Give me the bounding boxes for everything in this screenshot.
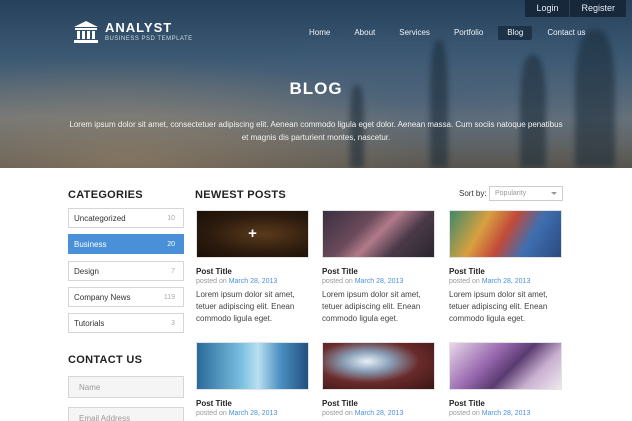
plus-icon[interactable]: + xyxy=(248,225,257,242)
post-card[interactable]: + Post Title posted on March 28, 2013 Lo… xyxy=(196,210,311,325)
post-thumbnail[interactable] xyxy=(449,210,562,258)
login-link[interactable]: Login xyxy=(525,0,569,17)
category-count: 119 xyxy=(163,293,175,301)
post-title[interactable]: Post Title xyxy=(449,399,564,408)
post-thumbnail[interactable] xyxy=(196,342,309,390)
category-label: Tutorials xyxy=(74,318,105,328)
post-title[interactable]: Post Title xyxy=(196,399,311,408)
post-date[interactable]: March 28, 2013 xyxy=(355,278,404,285)
bank-building-icon xyxy=(74,21,98,43)
category-count: 7 xyxy=(171,267,175,275)
categories-heading: CATEGORIES xyxy=(68,189,143,201)
nav-home[interactable]: Home xyxy=(300,26,339,40)
category-label: Company News xyxy=(74,292,131,302)
post-meta: posted on March 28, 2013 xyxy=(196,278,278,285)
category-label: Business xyxy=(74,239,107,249)
post-title[interactable]: Post Title xyxy=(449,267,564,276)
logo-subtitle: BUSINESS PSD TEMPLATE xyxy=(105,35,193,42)
category-uncategorized[interactable]: Uncategorized 10 xyxy=(68,208,184,228)
main-nav: Home About Services Portfolio Blog Conta… xyxy=(300,26,601,40)
page-title: BLOG xyxy=(289,79,343,98)
post-meta: posted on March 28, 2013 xyxy=(449,410,531,417)
name-input[interactable] xyxy=(68,376,184,398)
chevron-down-icon xyxy=(551,192,557,195)
email-input[interactable] xyxy=(68,407,184,421)
post-card[interactable]: Post Title posted on March 28, 2013 xyxy=(449,342,564,417)
post-title[interactable]: Post Title xyxy=(322,267,437,276)
contact-heading: CONTACT US xyxy=(68,354,143,366)
post-meta: posted on March 28, 2013 xyxy=(322,278,404,285)
category-company-news[interactable]: Company News 119 xyxy=(68,287,184,307)
post-meta: posted on March 28, 2013 xyxy=(449,278,531,285)
post-meta: posted on March 28, 2013 xyxy=(196,410,278,417)
sort-select[interactable]: Popularity xyxy=(489,186,563,201)
post-meta: posted on March 28, 2013 xyxy=(322,410,404,417)
category-count: 10 xyxy=(167,214,175,222)
post-thumbnail[interactable] xyxy=(322,342,435,390)
logo[interactable]: ANALYST BUSINESS PSD TEMPLATE xyxy=(73,20,193,44)
post-thumbnail[interactable]: + xyxy=(196,210,309,258)
hero-description: Lorem ipsum dolor sit amet, consectetuer… xyxy=(69,120,563,142)
sort-label: Sort by: xyxy=(459,189,487,198)
post-date[interactable]: March 28, 2013 xyxy=(355,410,404,417)
post-title[interactable]: Post Title xyxy=(322,399,437,408)
nav-contact-us[interactable]: Contact us xyxy=(538,26,594,40)
post-card[interactable]: Post Title posted on March 28, 2013 xyxy=(322,342,437,417)
category-count: 3 xyxy=(171,319,175,327)
post-date[interactable]: March 28, 2013 xyxy=(229,278,278,285)
register-link[interactable]: Register xyxy=(569,0,626,17)
category-business[interactable]: Business 20 xyxy=(68,234,184,254)
logo-title: ANALYST xyxy=(105,19,173,35)
nav-blog[interactable]: Blog xyxy=(498,26,533,40)
category-count: 20 xyxy=(167,240,175,248)
newest-posts-heading: NEWEST POSTS xyxy=(195,189,286,201)
nav-portfolio[interactable]: Portfolio xyxy=(445,26,492,40)
post-thumbnail[interactable] xyxy=(449,342,562,390)
post-date[interactable]: March 28, 2013 xyxy=(229,410,278,417)
account-bar: Login Register xyxy=(525,0,626,17)
category-label: Uncategorized xyxy=(74,213,126,223)
post-card[interactable]: Post Title posted on March 28, 2013 xyxy=(196,342,311,417)
post-excerpt: Lorem ipsum dolor sit amet, tetuer adipi… xyxy=(196,290,295,323)
hero-banner: Login Register ANALYST BUSINESS PSD TEMP… xyxy=(0,0,632,168)
post-excerpt: Lorem ipsum dolor sit amet, tetuer adipi… xyxy=(322,290,421,323)
post-card[interactable]: Post Title posted on March 28, 2013 Lore… xyxy=(449,210,564,325)
post-card[interactable]: Post Title posted on March 28, 2013 Lore… xyxy=(322,210,437,325)
nav-about[interactable]: About xyxy=(345,26,384,40)
nav-services[interactable]: Services xyxy=(390,26,439,40)
category-tutorials[interactable]: Tutorials 3 xyxy=(68,313,184,333)
post-title[interactable]: Post Title xyxy=(196,267,311,276)
post-date[interactable]: March 28, 2013 xyxy=(482,278,531,285)
category-design[interactable]: Design 7 xyxy=(68,261,184,281)
post-date[interactable]: March 28, 2013 xyxy=(482,410,531,417)
category-label: Design xyxy=(74,266,99,276)
post-thumbnail[interactable] xyxy=(322,210,435,258)
sort-value: Popularity xyxy=(495,190,527,197)
post-excerpt: Lorem ipsum dolor sit amet, tetuer adipi… xyxy=(449,290,548,323)
